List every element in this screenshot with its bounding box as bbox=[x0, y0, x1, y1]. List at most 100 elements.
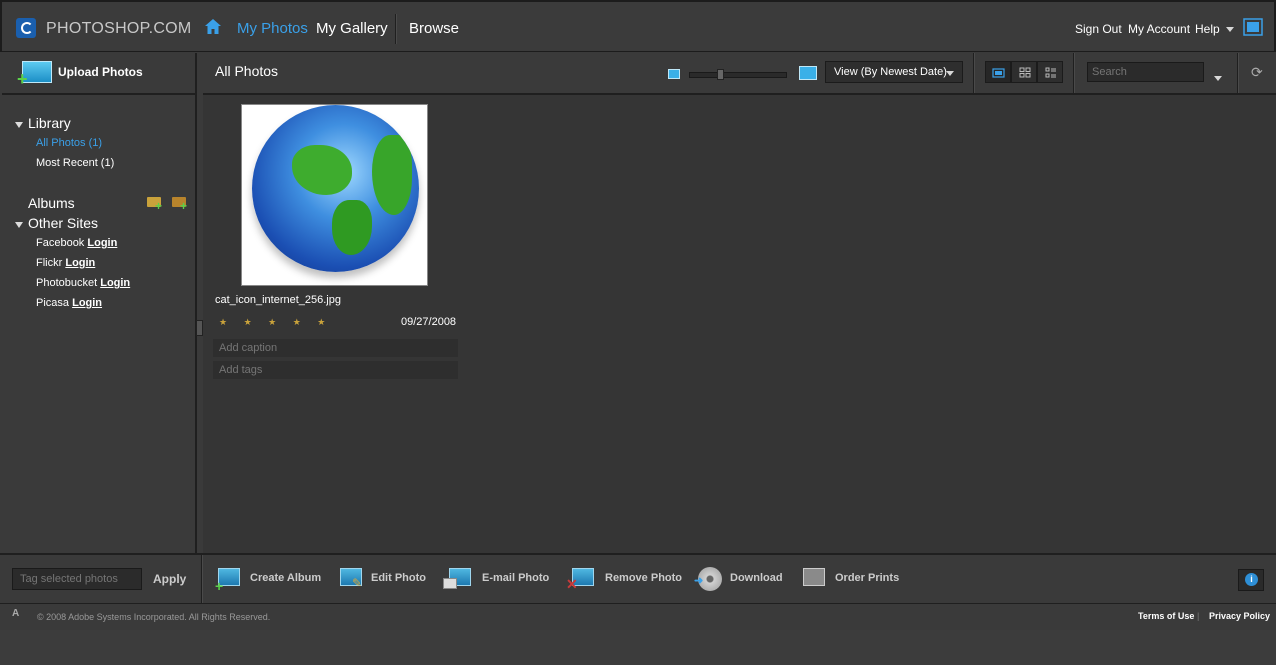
info-button[interactable]: i bbox=[1238, 569, 1264, 591]
chevron-down-icon bbox=[946, 71, 954, 76]
pencil-icon: ✎ bbox=[352, 576, 363, 590]
plus-icon: + bbox=[180, 199, 188, 213]
remove-x-icon: ✕ bbox=[566, 576, 578, 592]
my-account-link[interactable]: My Account bbox=[1128, 22, 1190, 36]
email-photo-label: E-mail Photo bbox=[482, 572, 550, 584]
page-title: All Photos bbox=[215, 63, 279, 79]
single-view-icon bbox=[992, 68, 1005, 78]
brand-name[interactable]: PHOTOSHOP.COM bbox=[46, 20, 192, 38]
nav-browse[interactable]: Browse bbox=[409, 20, 459, 37]
site-item-picasa: Picasa Login bbox=[36, 297, 102, 309]
toolbar-divider bbox=[201, 555, 203, 603]
header-divider bbox=[973, 53, 975, 93]
site-item-flickr: Flickr Login bbox=[36, 257, 95, 269]
globe-image bbox=[252, 105, 419, 272]
thumbnail-large-icon[interactable] bbox=[799, 66, 817, 80]
globe-land bbox=[292, 145, 352, 195]
search-input[interactable] bbox=[1087, 62, 1204, 82]
envelope-icon bbox=[443, 578, 457, 589]
star-rating[interactable]: ★ ★ ★ ★ ★ bbox=[219, 317, 332, 328]
plus-icon: + bbox=[155, 199, 163, 213]
create-album-button[interactable]: + Create Album bbox=[215, 566, 322, 594]
sign-out-link[interactable]: Sign Out bbox=[1075, 22, 1122, 36]
copyright-text: © 2008 Adobe Systems Incorporated. All R… bbox=[37, 612, 271, 622]
globe-land bbox=[332, 200, 372, 255]
globe-land bbox=[372, 135, 412, 215]
adobe-logo-icon[interactable]: A bbox=[12, 608, 24, 622]
remove-photo-label: Remove Photo bbox=[605, 572, 683, 584]
header-divider bbox=[1237, 53, 1239, 93]
site-name: Photobucket bbox=[36, 277, 98, 289]
photo-grid: cat_icon_internet_256.jpg ★ ★ ★ ★ ★ 09/2… bbox=[203, 95, 1276, 553]
nav-divider bbox=[395, 14, 397, 44]
plus-icon: + bbox=[17, 69, 28, 89]
library-collapse-icon[interactable] bbox=[15, 122, 23, 128]
window-bottom-area bbox=[0, 630, 1276, 665]
site-name: Picasa bbox=[36, 297, 70, 309]
fullscreen-icon[interactable] bbox=[1243, 18, 1263, 36]
download-button[interactable]: ➜ Download bbox=[694, 566, 786, 592]
thumbnail-small-icon[interactable] bbox=[668, 69, 680, 79]
caption-field[interactable] bbox=[213, 339, 458, 357]
site-name: Facebook bbox=[36, 237, 85, 249]
main-header: All Photos View (By Newest Date) ⟳ bbox=[203, 53, 1276, 95]
nav-my-gallery[interactable]: My Gallery bbox=[316, 20, 388, 37]
edit-photo-label: Edit Photo bbox=[371, 572, 426, 584]
remove-photo-button[interactable]: ✕ Remove Photo bbox=[566, 566, 683, 592]
create-album-label: Create Album bbox=[250, 572, 322, 584]
sidebar-item-all-photos[interactable]: All Photos (1) bbox=[36, 137, 102, 149]
other-sites-collapse-icon[interactable] bbox=[15, 222, 23, 228]
footer: A © 2008 Adobe Systems Incorporated. All… bbox=[0, 603, 1276, 631]
photo-date: 09/27/2008 bbox=[401, 316, 457, 328]
list-view-button[interactable] bbox=[1037, 61, 1063, 83]
bottom-toolbar: Apply + Create Album ✎ Edit Photo E-mail… bbox=[0, 553, 1276, 603]
tags-field[interactable] bbox=[213, 361, 458, 379]
photoshop-logo-icon[interactable] bbox=[16, 18, 36, 38]
help-menu[interactable]: Help bbox=[1195, 22, 1234, 36]
flickr-login-link[interactable]: Login bbox=[65, 257, 95, 269]
slider-handle[interactable] bbox=[717, 69, 724, 80]
site-item-facebook: Facebook Login bbox=[36, 237, 117, 249]
other-sites-heading[interactable]: Other Sites bbox=[28, 215, 98, 231]
tag-selected-input[interactable] bbox=[12, 568, 142, 590]
email-photo-button[interactable]: E-mail Photo bbox=[443, 566, 549, 592]
view-sort-value: View (By Newest Date) bbox=[834, 66, 947, 78]
view-sort-select[interactable]: View (By Newest Date) bbox=[825, 61, 963, 83]
plus-icon: + bbox=[215, 578, 224, 594]
single-view-button[interactable] bbox=[985, 61, 1011, 83]
photo-thumbnail[interactable] bbox=[241, 104, 428, 286]
order-prints-label: Order Prints bbox=[835, 572, 900, 584]
top-bar: PHOTOSHOP.COM My Photos My Gallery Brows… bbox=[0, 0, 1276, 52]
search-options-button[interactable] bbox=[1214, 70, 1222, 88]
chevron-down-icon bbox=[1214, 76, 1222, 82]
order-prints-button[interactable]: Order Prints bbox=[803, 566, 901, 592]
photo-filename[interactable]: cat_icon_internet_256.jpg bbox=[215, 294, 341, 306]
chevron-down-icon bbox=[1225, 27, 1234, 33]
refresh-icon[interactable]: ⟳ bbox=[1251, 65, 1265, 79]
upload-photos-label: Upload Photos bbox=[58, 65, 143, 79]
nav-my-photos[interactable]: My Photos bbox=[237, 20, 308, 37]
grid-view-button[interactable] bbox=[1011, 61, 1037, 83]
sidebar: + Upload Photos Library All Photos (1) M… bbox=[2, 53, 197, 553]
thumbnail-size-slider[interactable] bbox=[689, 72, 787, 78]
grid-view-icon bbox=[1019, 67, 1031, 78]
edit-photo-button[interactable]: ✎ Edit Photo bbox=[340, 566, 426, 592]
site-item-photobucket: Photobucket Login bbox=[36, 277, 130, 289]
upload-photos-button[interactable]: + Upload Photos bbox=[2, 53, 195, 95]
albums-heading[interactable]: Albums bbox=[28, 195, 75, 211]
printer-icon bbox=[803, 568, 825, 586]
picasa-login-link[interactable]: Login bbox=[72, 297, 102, 309]
photobucket-login-link[interactable]: Login bbox=[100, 277, 130, 289]
apply-button[interactable]: Apply bbox=[153, 572, 186, 586]
list-view-icon bbox=[1045, 67, 1056, 78]
sidebar-resize-handle[interactable] bbox=[196, 320, 203, 336]
facebook-login-link[interactable]: Login bbox=[87, 237, 117, 249]
privacy-policy-link[interactable]: Privacy Policy bbox=[1209, 611, 1270, 621]
home-icon[interactable] bbox=[203, 16, 223, 36]
site-name: Flickr bbox=[36, 257, 63, 269]
sidebar-item-most-recent[interactable]: Most Recent (1) bbox=[36, 157, 114, 169]
header-divider bbox=[1073, 53, 1075, 93]
library-heading[interactable]: Library bbox=[28, 115, 71, 131]
arrow-right-icon: ➜ bbox=[694, 575, 704, 587]
terms-of-use-link[interactable]: Terms of Use bbox=[1138, 611, 1194, 621]
